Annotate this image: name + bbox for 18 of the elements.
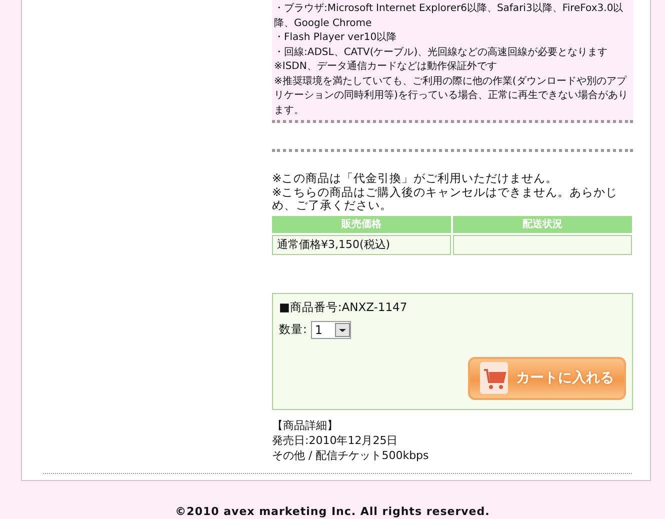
requirement-text: ※ISDN、データ通信カードなどは動作保証外です bbox=[274, 60, 498, 74]
quantity-label: 数量: bbox=[279, 322, 307, 337]
notice-text: ※こちらの商品はご購入後のキャンセルはできません。あらかじめ、ご了承ください。 bbox=[272, 186, 619, 212]
table-header: 配送状況 bbox=[453, 216, 632, 232]
requirement-text: ・ブラウザ:Microsoft Internet Explorer6以降、Safari3以降、FireFox3.0以降、Google Chrome bbox=[274, 2, 624, 30]
detail-text: 【商品詳細】 bbox=[272, 418, 339, 432]
table-header: 販売価格 bbox=[272, 216, 451, 232]
detail-text: その他 / 配信チケット500kbps bbox=[272, 448, 430, 462]
requirement-text: ※推奨環境を満たしていても、ご利用の際に他の作業(ダウンロードや別のアプリケーションの同時利用等)を行っている場合、正常に再生できない場合があります。 bbox=[274, 74, 629, 118]
quantity-select[interactable]: 1 bbox=[310, 320, 351, 338]
notice-text: ※この商品は「代金引換」がご利用いただけません。 bbox=[272, 172, 559, 186]
detail-text: 発売日:2010年12月25日 bbox=[272, 432, 399, 448]
requirement-text: ・Flash Player ver10以降 bbox=[274, 31, 398, 45]
table-cell: 通常価格¥3,150(税込) bbox=[272, 234, 451, 254]
copyright-text: ©2010 avex marketing Inc. All rights reserved. bbox=[174, 504, 491, 518]
product-code: ■商品番号:ANXZ-1147 bbox=[279, 300, 408, 314]
cart-icon bbox=[480, 362, 508, 394]
requirement-text: ・回線:ADSL、CATV(ケーブル)、光回線などの高速回線が必要となります bbox=[274, 46, 609, 60]
